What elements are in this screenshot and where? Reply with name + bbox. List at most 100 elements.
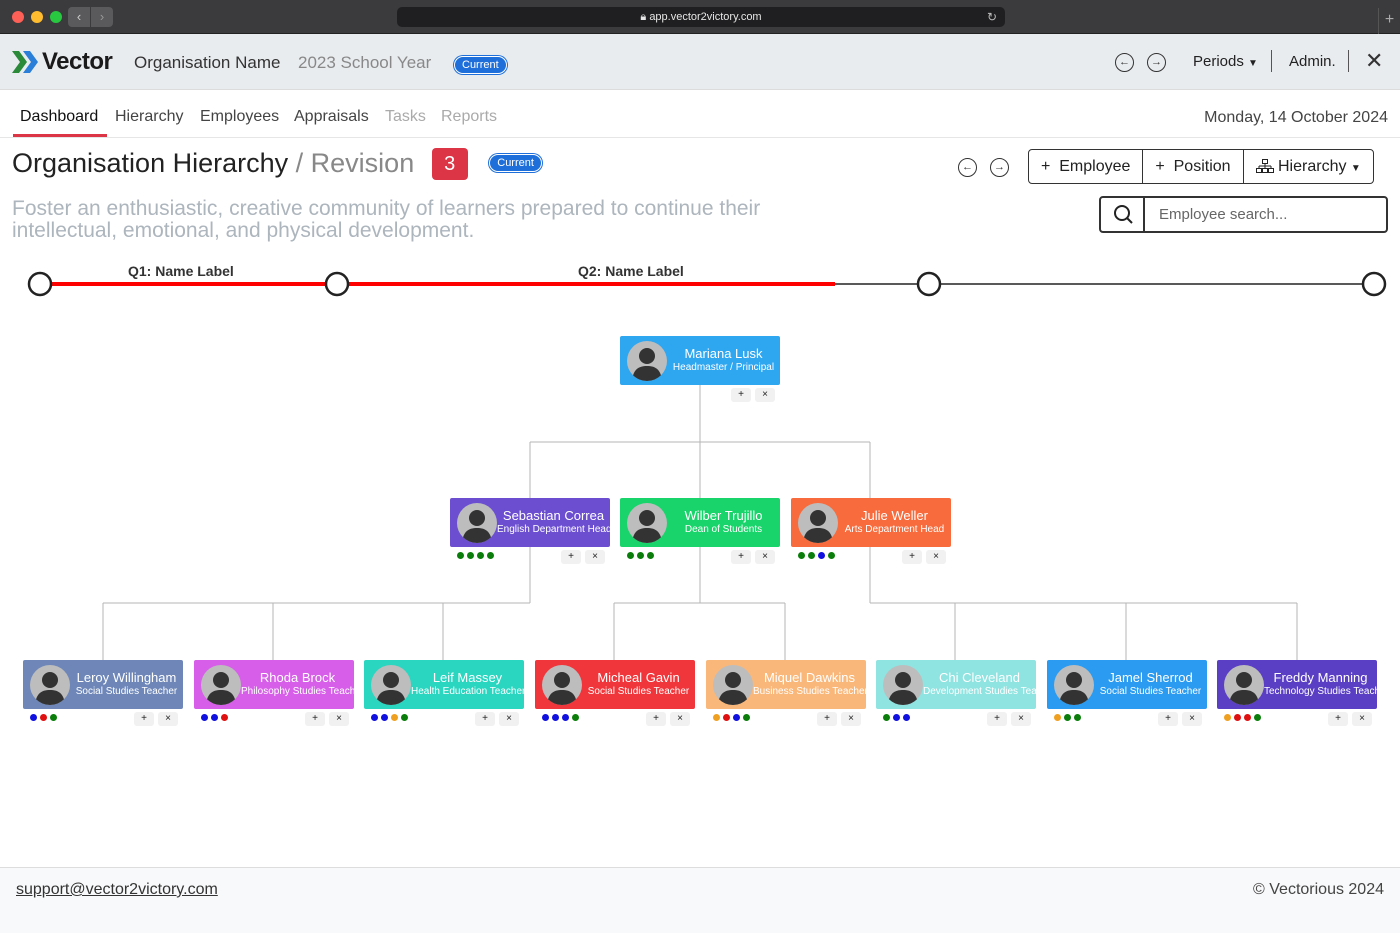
remove-position-button[interactable]: × <box>585 550 605 564</box>
position-card[interactable]: Chi ClevelandDevelopment Studies Teacher <box>876 660 1036 709</box>
page-subtitle: Revision <box>310 148 415 178</box>
browser-forward-button[interactable]: › <box>91 7 113 27</box>
status-dot <box>467 552 474 559</box>
admin-menu[interactable]: Admin. <box>1289 53 1336 70</box>
next-period-button[interactable]: → <box>1147 53 1166 72</box>
position-card[interactable]: Freddy Manning Technology Studies Teacher <box>1217 660 1377 709</box>
timeline-marker[interactable] <box>916 271 942 297</box>
status-dot <box>627 552 634 559</box>
maximize-window-button[interactable] <box>50 11 62 23</box>
tab-hierarchy[interactable]: Hierarchy <box>115 108 183 126</box>
remove-position-button[interactable]: × <box>499 712 519 726</box>
reload-icon[interactable]: ↻ <box>987 7 997 27</box>
employee-name: Freddy Manning <box>1273 670 1368 685</box>
header-divider <box>1348 50 1349 72</box>
avatar-icon <box>1224 665 1264 705</box>
add-child-button[interactable]: + <box>731 388 751 402</box>
employee-name: Mariana Lusk <box>684 346 763 361</box>
status-dot <box>40 714 47 721</box>
position-card[interactable]: Miquel Dawkins Business Studies Teacher <box>706 660 866 709</box>
timeline-label-q1: Q1: Name Label <box>128 263 234 279</box>
search-input[interactable] <box>1147 198 1384 231</box>
next-revision-button[interactable]: → <box>990 158 1009 177</box>
status-dot <box>391 714 398 721</box>
remove-position-button[interactable]: × <box>158 712 178 726</box>
remove-position-button[interactable]: × <box>1352 712 1372 726</box>
previous-period-button[interactable]: ← <box>1115 53 1134 72</box>
copyright: © Vectorious 2024 <box>1253 881 1384 898</box>
brand-name[interactable]: Vector <box>42 48 113 76</box>
add-child-button[interactable]: + <box>134 712 154 726</box>
position-card[interactable]: Leroy Willingham Social Studies Teacher <box>23 660 183 709</box>
position-card[interactable]: Mariana Lusk Headmaster / Principal <box>620 336 780 385</box>
remove-position-button[interactable]: × <box>755 550 775 564</box>
remove-position-button[interactable]: × <box>841 712 861 726</box>
position-card[interactable]: Jamel Sherrod Social Studies Teacher <box>1047 660 1207 709</box>
add-child-button[interactable]: + <box>731 550 751 564</box>
add-child-button[interactable]: + <box>475 712 495 726</box>
add-child-button[interactable]: + <box>902 550 922 564</box>
tab-dashboard[interactable]: Dashboard <box>20 108 98 126</box>
employee-name: Chi Cleveland <box>939 670 1020 685</box>
status-dot <box>723 714 730 721</box>
timeline-marker[interactable] <box>1361 271 1387 297</box>
position-card[interactable]: Sebastian Correa English Department Head <box>450 498 610 547</box>
year-status-badge: Current <box>454 56 507 74</box>
remove-position-button[interactable]: × <box>1011 712 1031 726</box>
periods-dropdown[interactable]: Periods ▼ <box>1193 53 1258 70</box>
add-position-button[interactable]: + Position <box>1143 150 1244 183</box>
position-card[interactable]: Wilber Trujillo Dean of Students <box>620 498 780 547</box>
timeline-marker[interactable] <box>27 271 53 297</box>
position-card[interactable]: Micheal Gavin Social Studies Teacher <box>535 660 695 709</box>
tab-appraisals[interactable]: Appraisals <box>294 108 369 126</box>
address-bar-url: app.vector2victory.com <box>649 11 762 23</box>
position-card[interactable]: Leif Massey Health Education Teacher <box>364 660 524 709</box>
status-dot <box>221 714 228 721</box>
header-divider <box>1271 50 1272 72</box>
status-dot <box>637 552 644 559</box>
tab-employees[interactable]: Employees <box>200 108 279 126</box>
add-child-button[interactable]: + <box>1158 712 1178 726</box>
add-child-button[interactable]: + <box>561 550 581 564</box>
add-child-button[interactable]: + <box>646 712 666 726</box>
address-bar[interactable]: 🔒︎ app.vector2victory.com ↻ <box>397 7 1005 27</box>
status-indicators <box>1054 714 1081 722</box>
previous-revision-button[interactable]: ← <box>958 158 977 177</box>
status-dot <box>542 714 549 721</box>
status-dot <box>893 714 900 721</box>
browser-back-button[interactable]: ‹ <box>68 7 90 27</box>
remove-position-button[interactable]: × <box>670 712 690 726</box>
remove-position-button[interactable]: × <box>1182 712 1202 726</box>
search-button[interactable] <box>1101 198 1145 231</box>
remove-position-button[interactable]: × <box>329 712 349 726</box>
close-window-button[interactable] <box>12 11 24 23</box>
status-dot <box>562 714 569 721</box>
status-dot <box>1074 714 1081 721</box>
status-dot <box>1224 714 1231 721</box>
add-child-button[interactable]: + <box>817 712 837 726</box>
active-tab-indicator <box>13 134 107 137</box>
status-dot <box>201 714 208 721</box>
add-child-button[interactable]: + <box>305 712 325 726</box>
position-card[interactable]: Julie Weller Arts Department Head <box>791 498 951 547</box>
close-icon[interactable]: ✕ <box>1365 48 1383 74</box>
remove-position-button[interactable]: × <box>926 550 946 564</box>
employee-role: Business Studies Teacher <box>753 686 866 697</box>
status-dot <box>713 714 720 721</box>
new-tab-button[interactable]: + <box>1378 8 1400 34</box>
position-card[interactable]: Rhoda Brock Philosophy Studies Teacher <box>194 660 354 709</box>
remove-position-button[interactable]: × <box>755 388 775 402</box>
add-child-button[interactable]: + <box>987 712 1007 726</box>
status-dot <box>552 714 559 721</box>
page-title: Organisation Hierarchy / Revision 3 Curr… <box>12 148 542 180</box>
lock-icon: 🔒︎ <box>640 11 647 23</box>
support-email-link[interactable]: support@vector2victory.com <box>16 881 218 899</box>
revision-number-badge[interactable]: 3 <box>431 148 468 180</box>
hierarchy-dropdown-button[interactable]: Hierarchy ▼ <box>1244 150 1373 183</box>
organisation-name: Organisation Name <box>134 53 281 72</box>
status-dot <box>1234 714 1241 721</box>
add-child-button[interactable]: + <box>1328 712 1348 726</box>
minimize-window-button[interactable] <box>31 11 43 23</box>
add-employee-button[interactable]: + Employee <box>1029 150 1144 183</box>
timeline-marker[interactable] <box>324 271 350 297</box>
